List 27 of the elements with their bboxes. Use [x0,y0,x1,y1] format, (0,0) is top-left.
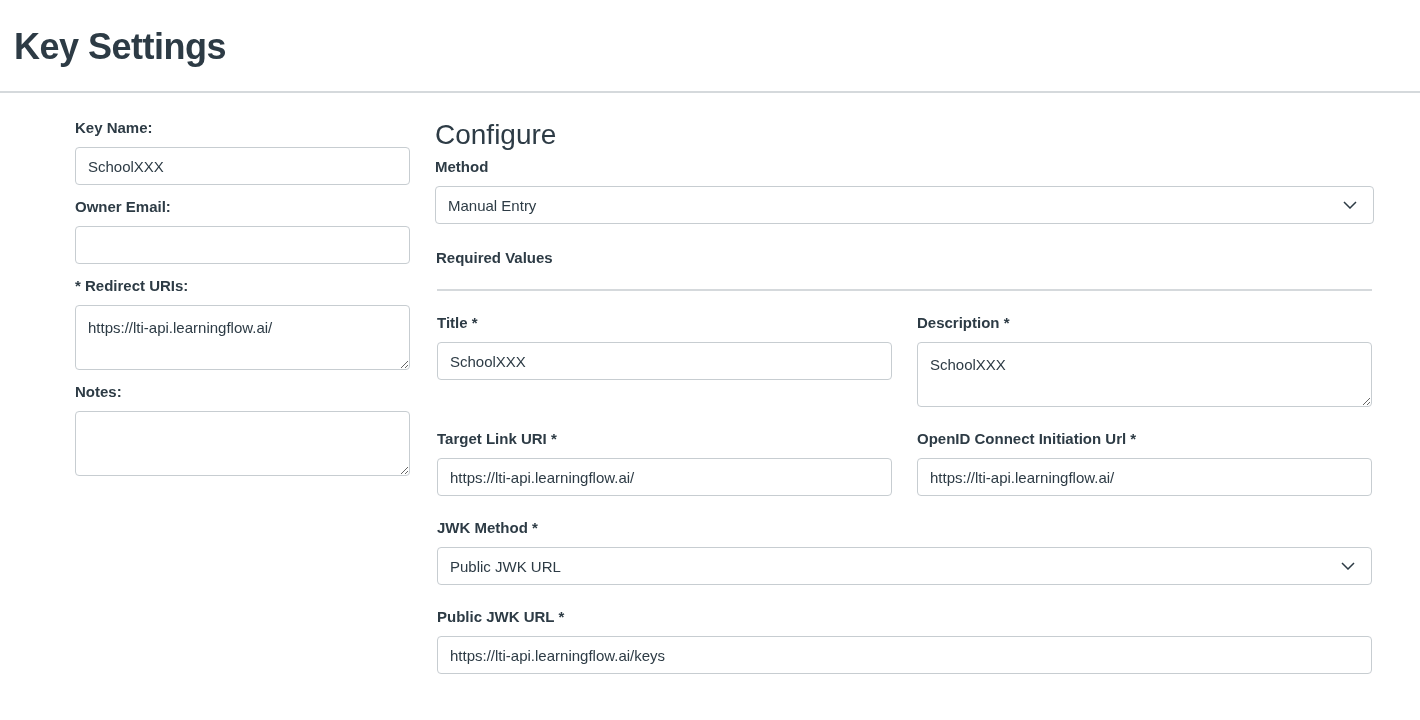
field-label: Method [435,157,490,177]
field-label: Notes: [75,382,123,402]
text-area[interactable]: SchoolXXX [917,342,1372,407]
field-label: JWK Method * [437,518,539,538]
field-label: Public JWK URL * [437,607,566,627]
text-field[interactable] [75,226,410,264]
text-field[interactable]: https://lti-api.learningflow.ai/keys [437,636,1372,674]
section-title: Required Values [435,248,554,268]
text-field[interactable]: SchoolXXX [437,342,892,380]
field-label: Owner Email: [75,197,172,217]
text-field[interactable]: SchoolXXX [75,147,410,185]
text-area[interactable] [75,411,410,476]
text-field[interactable]: https://lti-api.learningflow.ai/ [917,458,1372,496]
dropdown[interactable]: Manual Entry [435,186,1374,224]
chevron-down-icon [1341,562,1355,570]
text-field[interactable]: https://lti-api.learningflow.ai/ [437,458,892,496]
field-label: Description * [917,313,1011,333]
field-label: Target Link URI * [437,429,558,449]
field-label: * Redirect URIs: [75,276,190,296]
chevron-down-icon [1343,201,1357,209]
text-area[interactable]: https://lti-api.learningflow.ai/ [75,305,410,370]
section-heading: Configure [435,118,558,152]
field-label: Key Name: [75,118,154,138]
page-title: Key Settings [13,25,228,69]
field-label: OpenID Connect Initiation Url * [917,429,1138,449]
field-label: Title * [437,313,479,333]
dropdown[interactable]: Public JWK URL [437,547,1372,585]
